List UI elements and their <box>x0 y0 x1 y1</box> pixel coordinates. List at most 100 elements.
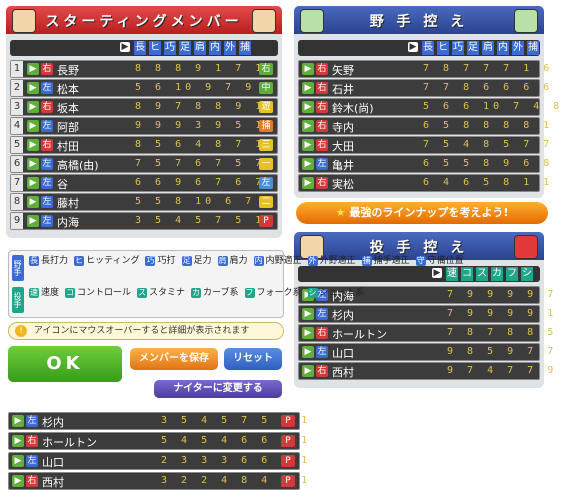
move-icon[interactable]: ▶ <box>302 158 314 170</box>
arrow-icon: ▶ <box>120 42 130 52</box>
bench-pitcher-row[interactable]: ▶ 左山口 9 8 5 9 7 7 <box>298 343 553 361</box>
player-stats: 3 5 4 5 7 5 1 <box>135 215 266 226</box>
move-icon[interactable]: ▶ <box>302 346 314 358</box>
bench-fielder-row[interactable]: ▶ 右実松 6 4 6 5 8 1 1 7 <box>298 174 561 192</box>
legend-key: 捕 <box>361 255 372 266</box>
player-name: 山口 <box>42 456 64 469</box>
extra-pitcher-row[interactable]: ▶ 左杉内 3 5 4 5 7 5 1 1P <box>8 412 307 430</box>
starting-row[interactable]: 9 ▶ 左内海 3 5 4 5 7 5 1P <box>10 212 278 230</box>
player-stats: 5 6 6 10 7 4 8 1 <box>423 101 561 112</box>
position-badge: 三 <box>259 139 273 151</box>
legend-item: 巧巧打 <box>145 253 176 266</box>
column-header-label: 肩 <box>482 41 494 55</box>
hand-badge: 右 <box>41 63 53 75</box>
hand-badge: 左 <box>41 158 53 170</box>
hand-badge: 左 <box>316 308 328 320</box>
bench-fielder-row[interactable]: ▶ 右寺内 6 5 8 8 8 8 1 1 <box>298 117 561 135</box>
player-stats: 8 9 7 8 8 9 1 <box>135 101 266 112</box>
column-header-label: 捕 <box>239 41 251 55</box>
starting-row[interactable]: 2 ▶ 左松本 5 6 10 9 7 9 1中 <box>10 79 278 97</box>
starting-members-header: スターティングメンバー <box>6 6 282 34</box>
move-icon[interactable]: ▶ <box>302 139 314 151</box>
player-stats: 9 7 4 7 7 9 <box>447 365 558 376</box>
save-members-button[interactable]: メンバーを保存 <box>130 348 218 370</box>
move-icon[interactable]: ▶ <box>302 365 314 377</box>
starting-row[interactable]: 4 ▶ 左阿部 9 9 9 3 9 5 1捕 <box>10 117 278 135</box>
legend-item: カカーブ系 <box>191 285 239 298</box>
legend-key: 外 <box>307 255 318 266</box>
move-icon[interactable]: ▶ <box>302 327 314 339</box>
column-header-label: ス <box>476 267 488 281</box>
move-icon[interactable]: ▶ <box>27 158 39 170</box>
legend-item: フフォーク系 <box>244 285 302 298</box>
move-icon[interactable]: ▶ <box>302 101 314 113</box>
stat-legend: 野手 投手 長長打力ヒヒッティング巧巧打足足力肩肩力内内野適正外外野適正捕捕手適… <box>8 250 464 318</box>
bench-fielder-row[interactable]: ▶ 右大田 7 5 4 8 5 7 7 1 <box>298 136 561 154</box>
bench-fielder-row[interactable]: ▶ 右石井 7 7 8 6 6 6 6 1 <box>298 79 561 97</box>
bench-fielder-row[interactable]: ▶ 左亀井 6 5 5 8 9 6 8 1 <box>298 155 561 173</box>
player-stats: 7 8 7 7 7 1 6 1 <box>423 63 561 74</box>
move-icon[interactable]: ▶ <box>27 120 39 132</box>
hand-badge: 右 <box>26 475 38 487</box>
hand-badge: 左 <box>41 82 53 94</box>
starting-row[interactable]: 1 ▶ 右長野 8 8 8 9 1 7 1右 <box>10 60 278 78</box>
move-icon[interactable]: ▶ <box>302 82 314 94</box>
legend-text: スタミナ <box>149 288 186 298</box>
move-icon[interactable]: ▶ <box>302 63 314 75</box>
legend-text: 外野適正 <box>319 256 356 266</box>
column-header-label: 外 <box>224 41 236 55</box>
starting-members-title: スターティングメンバー <box>45 14 243 30</box>
legend-text: 肩力 <box>229 256 248 266</box>
bench-pitcher-row[interactable]: ▶ 左杉内 7 9 9 9 9 1 <box>298 305 553 323</box>
move-icon[interactable]: ▶ <box>302 177 314 189</box>
player-stats: 7 9 9 9 9 1 <box>447 308 558 319</box>
move-icon[interactable]: ▶ <box>27 82 39 94</box>
player-name: 西村 <box>42 476 64 489</box>
batting-order: 4 <box>11 118 23 134</box>
hand-badge: 右 <box>316 101 328 113</box>
move-icon[interactable]: ▶ <box>27 196 39 208</box>
extra-pitcher-row[interactable]: ▶ 右ホールトン 5 4 5 4 6 6 1 1P <box>8 432 307 450</box>
extra-pitcher-row[interactable]: ▶ 左山口 2 3 3 3 6 6 1 1P <box>8 452 307 470</box>
hand-badge: 左 <box>316 346 328 358</box>
move-icon[interactable]: ▶ <box>27 101 39 113</box>
starting-row[interactable]: 7 ▶ 左谷 6 6 9 6 7 6 7左 <box>10 174 278 192</box>
legend-key: 巧 <box>145 255 156 266</box>
legend-item: 外外野適正 <box>307 253 356 266</box>
move-icon[interactable]: ▶ <box>12 455 24 467</box>
column-header-label: 足 <box>179 41 191 55</box>
move-icon[interactable]: ▶ <box>302 308 314 320</box>
move-icon[interactable]: ▶ <box>12 435 24 447</box>
hand-badge: 右 <box>316 327 328 339</box>
move-icon[interactable]: ▶ <box>12 475 24 487</box>
move-icon[interactable]: ▶ <box>27 139 39 151</box>
extra-pitcher-row[interactable]: ▶ 右西村 3 2 2 4 8 4 1 1P <box>8 472 307 490</box>
bench-pitcher-row[interactable]: ▶ 右西村 9 7 4 7 7 9 <box>298 362 553 380</box>
bench-pitcher-row[interactable]: ▶ 右ホールトン 7 8 7 8 8 5 <box>298 324 553 342</box>
position-badge: 中 <box>259 82 273 94</box>
ok-button[interactable]: OK <box>8 346 122 382</box>
night-game-button[interactable]: ナイターに変更する <box>154 380 282 398</box>
legend-item: ススタミナ <box>137 285 185 298</box>
legend-key: 足 <box>181 255 192 266</box>
starting-row[interactable]: 5 ▶ 右村田 8 5 6 4 8 7 1三 <box>10 136 278 154</box>
column-header-label: 捕 <box>527 41 539 55</box>
move-icon[interactable]: ▶ <box>27 63 39 75</box>
bench-fielder-row[interactable]: ▶ 右矢野 7 8 7 7 7 1 6 1 <box>298 60 561 78</box>
player-stats: 5 5 8 10 6 7 1 <box>135 196 276 207</box>
move-icon[interactable]: ▶ <box>302 120 314 132</box>
bench-fielder-row[interactable]: ▶右鈴木(尚) 5 6 6 10 7 4 8 1 <box>298 98 561 116</box>
move-icon[interactable]: ▶ <box>12 415 24 427</box>
move-icon[interactable]: ▶ <box>27 215 39 227</box>
starting-row[interactable]: 3 ▶ 右坂本 8 9 7 8 8 9 1遊 <box>10 98 278 116</box>
starting-members-panel: スターティングメンバー ▶ 長ヒ巧足肩内外捕 1 ▶ 右長野 8 8 8 9 1 7 … <box>6 6 282 238</box>
player-name: 内海 <box>57 216 79 229</box>
move-icon[interactable]: ▶ <box>27 177 39 189</box>
starting-row[interactable]: 6 ▶ 左高橋(由) 7 5 7 6 7 5 7一 <box>10 155 278 173</box>
starting-row[interactable]: 8 ▶ 左藤村 5 5 8 10 6 7 1二 <box>10 193 278 211</box>
player-name: 寺内 <box>332 121 354 134</box>
reset-button[interactable]: リセット <box>224 348 282 370</box>
arrow-icon: ▶ <box>408 42 418 52</box>
legend-text: 内野適正 <box>265 256 302 266</box>
column-header-label: カ <box>491 267 503 281</box>
